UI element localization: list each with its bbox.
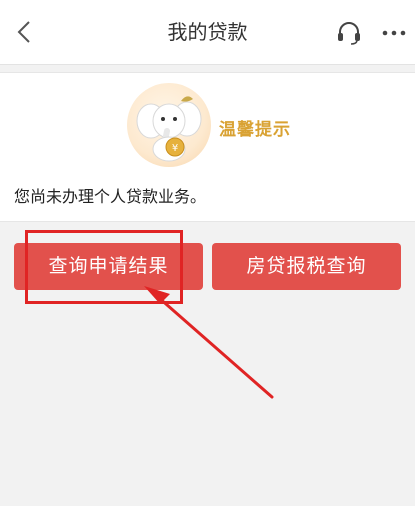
mortgage-tax-query-button[interactable]: 房贷报税查询 xyxy=(212,243,401,290)
tip-message: 您尚未办理个人贷款业务。 xyxy=(14,187,207,206)
annotation-highlight-box xyxy=(25,230,183,304)
headset-icon xyxy=(338,22,360,45)
tip-title: 温馨提示 xyxy=(219,120,291,140)
more-dots-icon xyxy=(382,30,406,36)
customer-service-button[interactable] xyxy=(333,17,365,49)
tip-card: ¥ 温馨提示 您尚未办理个人贷款业务。 xyxy=(0,72,415,222)
svg-text:¥: ¥ xyxy=(172,143,178,154)
top-nav-bar: 我的贷款 xyxy=(0,0,415,65)
elephant-mascot-icon: ¥ xyxy=(127,83,211,167)
more-button[interactable] xyxy=(378,18,410,48)
